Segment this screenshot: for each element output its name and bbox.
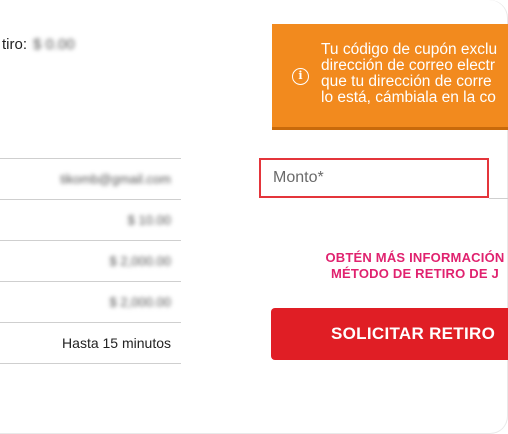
withdraw-amount: $ 0.00 [33,36,75,53]
more-info-line: MÉTODO DE RETIRO DE J [331,266,499,281]
detail-processing-time: Hasta 15 minutos [62,335,171,351]
withdraw-details-list: tikomb@gmail.com $ 10.00 $ 2,000.00 $ 2,… [0,158,181,364]
detail-row: tikomb@gmail.com [0,158,181,199]
notice-line: que tu dirección de corre [321,74,492,90]
info-icon: i [292,68,309,85]
request-withdrawal-button[interactable]: SOLICITAR RETIRO [271,308,508,360]
detail-row: $ 10.00 [0,199,181,240]
withdraw-summary: tiro: $ 0.00 [2,36,75,53]
more-info-link[interactable]: OBTÉN MÁS INFORMACIÓN MÉTODO DE RETIRO D… [300,250,508,282]
coupon-notice-banner: i Tu código de cupón exclu dirección de … [272,24,508,130]
detail-row: $ 2,000.00 [0,281,181,322]
notice-text: Tu código de cupón exclu dirección de co… [321,42,508,106]
notice-line: Tu código de cupón exclu [321,42,498,58]
detail-maximum: $ 2,000.00 [109,253,171,269]
notice-line: dirección de correo electr [321,58,496,74]
detail-minimum: $ 10.00 [127,212,171,228]
amount-field[interactable] [259,158,489,198]
more-info-line: OBTÉN MÁS INFORMACIÓN [325,250,505,265]
withdraw-label: tiro: [2,36,28,53]
notice-line: lo está, cámbiala en la co [321,90,496,106]
detail-row: $ 2,000.00 [0,240,181,281]
detail-limit: $ 2,000.00 [109,294,171,310]
detail-row: Hasta 15 minutos [0,322,181,364]
detail-email: tikomb@gmail.com [60,171,171,187]
withdraw-panel: tiro: $ 0.00 tikomb@gmail.com $ 10.00 $ 2… [0,0,508,434]
field-underline [489,198,508,199]
amount-input[interactable] [261,160,487,196]
